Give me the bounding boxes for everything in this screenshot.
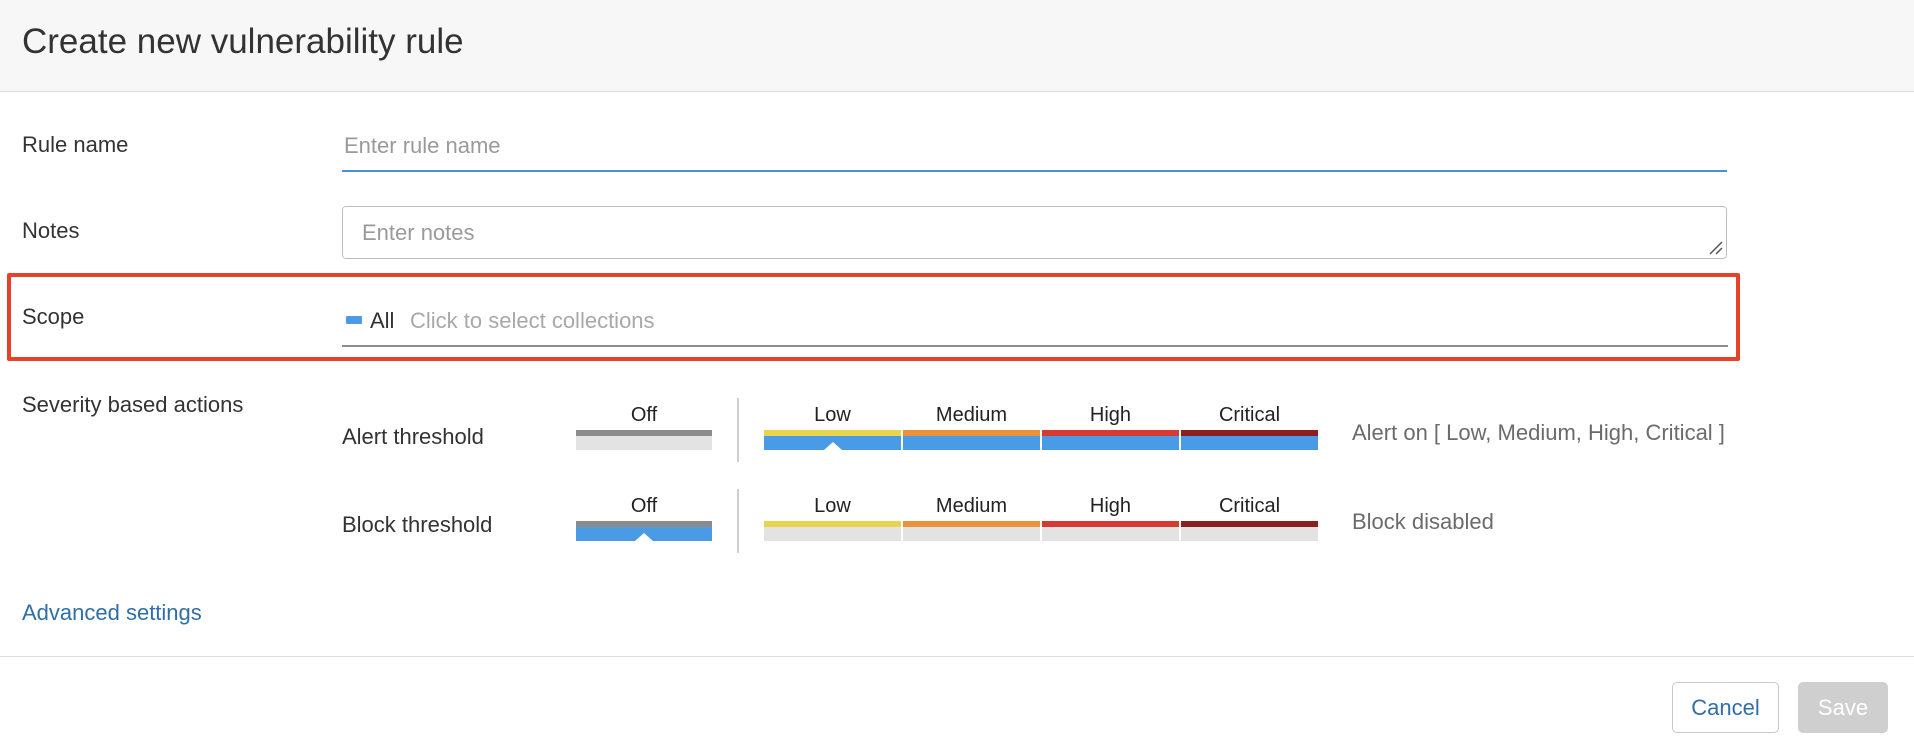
alert-level-critical[interactable]: Critical — [1181, 402, 1318, 462]
level-bar-active — [1181, 436, 1318, 450]
alert-level-high[interactable]: High — [1042, 402, 1179, 462]
selected-level-pointer-icon — [635, 533, 653, 541]
level-bar-inactive — [576, 436, 712, 450]
alert-level-medium[interactable]: Medium — [903, 402, 1040, 462]
rule-name-input[interactable] — [342, 122, 1727, 172]
resize-grip-icon[interactable] — [1707, 239, 1723, 255]
notes-label: Notes — [22, 218, 80, 243]
block-level-low[interactable]: Low — [764, 493, 901, 553]
block-level-medium[interactable]: Medium — [903, 493, 1040, 553]
block-level-off[interactable]: Off — [576, 493, 712, 553]
cancel-button[interactable]: Cancel — [1672, 682, 1779, 733]
selected-level-pointer-icon — [823, 442, 842, 450]
level-label: Off — [630, 495, 658, 517]
block-threshold-slider[interactable]: Off Low Medium High Critical — [576, 493, 1318, 553]
level-bar-inactive — [764, 527, 901, 541]
alert-status-text: Alert on [ Low, Medium, High, Critical ] — [1352, 420, 1725, 445]
level-label: Low — [814, 495, 851, 517]
level-bar-inactive — [1181, 527, 1318, 541]
level-label: Critical — [1218, 404, 1281, 426]
rule-name-label: Rule name — [22, 132, 129, 157]
level-label: Off — [630, 404, 658, 426]
dialog-header: Create new vulnerability rule — [0, 0, 1914, 92]
alert-level-low[interactable]: Low — [764, 402, 901, 462]
scope-placeholder: Click to select collections — [410, 308, 655, 333]
block-threshold-label: Block threshold — [342, 512, 493, 537]
level-label: High — [1089, 495, 1132, 517]
level-label: Medium — [935, 404, 1008, 426]
block-slider-divider — [737, 489, 739, 553]
block-level-critical[interactable]: Critical — [1181, 493, 1318, 553]
level-bar-inactive — [903, 527, 1040, 541]
level-label: Low — [814, 404, 851, 426]
level-bar-active — [1042, 436, 1179, 450]
level-bar-inactive — [1042, 527, 1179, 541]
block-level-high[interactable]: High — [1042, 493, 1179, 553]
scope-selected-value: All — [370, 308, 395, 333]
scope-collections-input[interactable]: All Click to select collections — [342, 297, 1728, 347]
alert-slider-divider — [737, 398, 739, 462]
scope-label: Scope — [22, 304, 85, 329]
advanced-settings-link[interactable]: Advanced settings — [22, 599, 202, 627]
collection-chip-icon — [346, 316, 362, 324]
block-status-text: Block disabled — [1352, 509, 1494, 534]
level-label: Critical — [1218, 495, 1281, 517]
footer-divider — [0, 656, 1914, 657]
alert-threshold-slider[interactable]: Off Low Medium High Critical — [576, 402, 1318, 462]
level-label: Medium — [935, 495, 1008, 517]
alert-threshold-label: Alert threshold — [342, 424, 484, 449]
severity-actions-label: Severity based actions — [22, 392, 244, 417]
level-bar-active — [903, 436, 1040, 450]
alert-level-off[interactable]: Off — [576, 402, 712, 462]
dialog-title: Create new vulnerability rule — [22, 22, 464, 61]
level-label: High — [1089, 404, 1132, 426]
notes-textarea[interactable] — [342, 206, 1727, 259]
save-button[interactable]: Save — [1798, 682, 1888, 733]
